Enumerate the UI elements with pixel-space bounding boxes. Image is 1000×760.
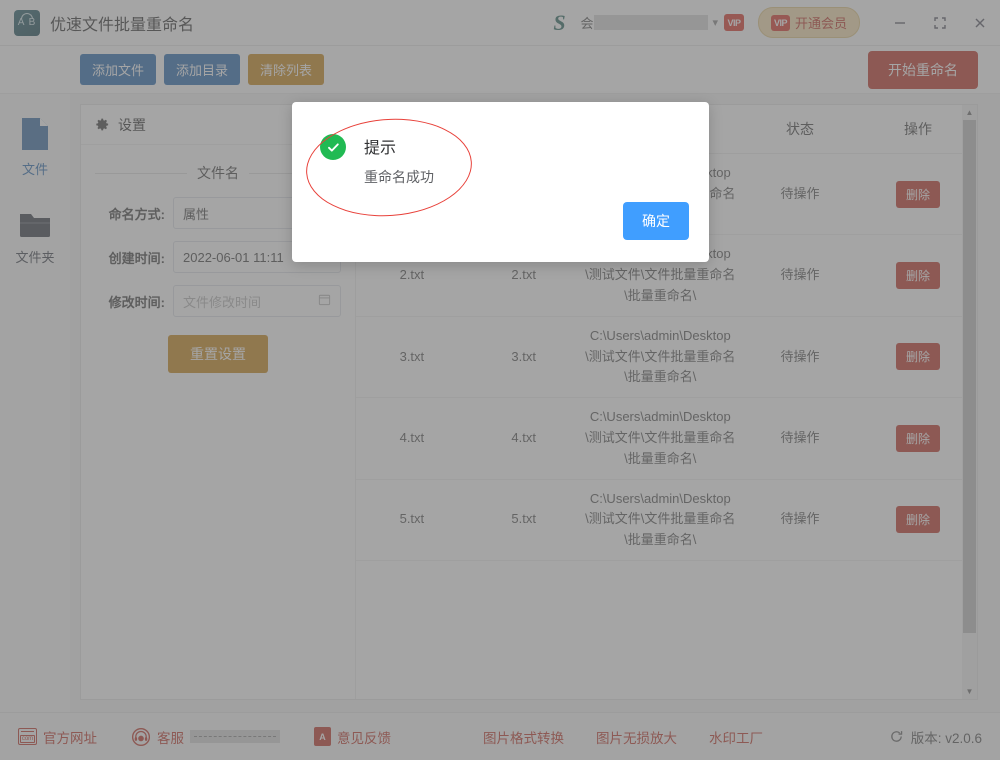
modify-time-placeholder: 文件修改时间 bbox=[183, 294, 262, 310]
create-time-value: 2022-06-01 11:11 bbox=[183, 249, 284, 265]
table-row[interactable]: 4.txt 4.txt C:\Users\admin\Desktop\测试文件\… bbox=[356, 397, 977, 480]
toolbar: 添加文件 添加目录 清除列表 开始重命名 bbox=[0, 46, 1000, 94]
cell-action: 删除 bbox=[858, 234, 977, 317]
check-circle-icon bbox=[320, 134, 346, 160]
scroll-down-arrow-icon[interactable]: ▼ bbox=[962, 684, 977, 699]
table-row[interactable]: 5.txt 5.txt C:\Users\admin\Desktop\测试文件\… bbox=[356, 479, 977, 561]
cell-path: C:\Users\admin\Desktop\测试文件\文件批量重命名\批量重命… bbox=[579, 316, 741, 399]
scroll-up-arrow-icon[interactable]: ▲ bbox=[962, 105, 977, 120]
minimize-button[interactable] bbox=[880, 0, 920, 46]
field-modify-time: 修改时间: 文件修改时间 bbox=[95, 285, 341, 317]
modify-time-input[interactable]: 文件修改时间 bbox=[173, 285, 341, 317]
cell-path: C:\Users\admin\Desktop\测试文件\文件批量重命名\批量重命… bbox=[579, 479, 741, 561]
link-watermark-factory[interactable]: 水印工厂 bbox=[709, 727, 763, 747]
add-file-button[interactable]: 添加文件 bbox=[80, 54, 157, 85]
table-vertical-scrollbar[interactable]: ▲ ▼ bbox=[962, 105, 977, 699]
delete-row-button[interactable]: 删除 bbox=[895, 262, 940, 290]
naming-method-value: 属性 bbox=[183, 206, 210, 222]
message-dialog: 提示 重命名成功 确定 bbox=[292, 102, 709, 262]
close-button[interactable] bbox=[960, 0, 1000, 46]
field-naming-method-label: 命名方式: bbox=[108, 206, 165, 222]
cell-action: 删除 bbox=[858, 153, 977, 236]
settings-header-label: 设置 bbox=[118, 116, 146, 133]
sidebar-item-file-label: 文件 bbox=[21, 162, 48, 177]
cell-filename: 5.txt bbox=[356, 479, 468, 561]
version-info[interactable]: 版本: v2.0.6 bbox=[889, 727, 982, 747]
vip-chip-icon: VIP bbox=[770, 14, 790, 31]
sidebar-item-file[interactable]: 文件 bbox=[19, 116, 51, 178]
cell-action: 删除 bbox=[858, 316, 977, 399]
reset-settings-row: 重置设置 bbox=[81, 335, 355, 373]
feedback-label: 意见反馈 bbox=[337, 730, 391, 746]
clear-list-button[interactable]: 清除列表 bbox=[248, 54, 325, 85]
col-status: 状态 bbox=[740, 105, 859, 154]
dialog-message: 重命名成功 bbox=[364, 169, 434, 185]
cell-filename: 3.txt bbox=[356, 316, 468, 399]
col-action: 操作 bbox=[858, 105, 977, 154]
footer-left-group: com 官方网址 客服 A 意见反馈 bbox=[18, 727, 391, 747]
account-name-masked bbox=[594, 15, 709, 30]
start-rename-button[interactable]: 开始重命名 bbox=[868, 50, 978, 89]
refresh-icon bbox=[890, 731, 902, 742]
footer-bar: com 官方网址 客服 A 意见反馈 图片格式转换 图片无损放大 水印工厂 版本… bbox=[0, 712, 1000, 760]
vip-badge-icon[interactable]: VIP bbox=[723, 14, 744, 31]
account-dropdown[interactable]: 会 ▾ bbox=[580, 13, 724, 32]
title-bar: A B 优速文件批量重命名 S 会 ▾ VIP VIP 开通会员 bbox=[0, 0, 1000, 46]
support-contact-masked bbox=[190, 730, 280, 743]
scrollbar-thumb[interactable] bbox=[963, 120, 976, 634]
link-image-format-convert[interactable]: 图片格式转换 bbox=[483, 727, 564, 747]
file-icon bbox=[22, 118, 48, 150]
cell-action: 删除 bbox=[858, 397, 977, 480]
cell-newfilename: 4.txt bbox=[467, 397, 580, 480]
official-website-link[interactable]: com 官方网址 bbox=[18, 727, 97, 747]
open-membership-button[interactable]: VIP 开通会员 bbox=[757, 7, 860, 38]
calendar-icon bbox=[318, 293, 331, 309]
footer-links-group: 图片格式转换 图片无损放大 水印工厂 bbox=[483, 727, 763, 747]
table-row[interactable]: 3.txt 3.txt C:\Users\admin\Desktop\测试文件\… bbox=[356, 316, 977, 399]
sidebar: 文件 文件夹 bbox=[0, 94, 70, 712]
delete-row-button[interactable]: 删除 bbox=[895, 343, 940, 371]
cell-status: 待操作 bbox=[740, 397, 859, 480]
folder-icon bbox=[19, 214, 50, 237]
feedback-link[interactable]: A 意见反馈 bbox=[314, 727, 391, 747]
scrollbar-track[interactable] bbox=[962, 120, 977, 684]
maximize-button[interactable] bbox=[920, 0, 960, 46]
headset-icon bbox=[131, 727, 151, 746]
sidebar-item-folder[interactable]: 文件夹 bbox=[15, 210, 55, 266]
cell-action: 删除 bbox=[858, 479, 977, 561]
chevron-down-icon: ▾ bbox=[712, 17, 718, 29]
app-logo-icon: A B bbox=[14, 9, 40, 36]
customer-support-link[interactable]: 客服 bbox=[131, 727, 280, 747]
com-globe-icon: com bbox=[18, 728, 37, 745]
cell-newfilename: 3.txt bbox=[467, 316, 580, 399]
official-website-label: 官方网址 bbox=[43, 730, 97, 746]
customer-support-label: 客服 bbox=[157, 730, 184, 746]
cell-status: 待操作 bbox=[740, 234, 859, 317]
cell-status: 待操作 bbox=[740, 479, 859, 561]
cell-newfilename: 5.txt bbox=[467, 479, 580, 561]
title-bar-right: S 会 ▾ VIP VIP 开通会员 bbox=[542, 0, 1000, 45]
delete-row-button[interactable]: 删除 bbox=[895, 180, 940, 208]
pdf-doc-icon: A bbox=[314, 727, 331, 746]
reset-settings-button[interactable]: 重置设置 bbox=[168, 335, 268, 373]
field-create-time-label: 创建时间: bbox=[108, 250, 165, 266]
cell-filename: 4.txt bbox=[356, 397, 468, 480]
cell-status: 待操作 bbox=[740, 316, 859, 399]
link-image-lossless-enlarge[interactable]: 图片无损放大 bbox=[596, 727, 677, 747]
field-modify-time-label: 修改时间: bbox=[108, 294, 165, 310]
dialog-title: 提示 bbox=[364, 140, 397, 157]
cell-status: 待操作 bbox=[740, 153, 859, 236]
delete-row-button[interactable]: 删除 bbox=[895, 424, 940, 452]
sidebar-item-folder-label: 文件夹 bbox=[15, 250, 55, 265]
dialog-confirm-button[interactable]: 确定 bbox=[623, 202, 689, 240]
add-directory-button[interactable]: 添加目录 bbox=[164, 54, 241, 85]
delete-row-button[interactable]: 删除 bbox=[895, 506, 940, 534]
brand-logo-icon: S bbox=[553, 9, 566, 35]
open-membership-label: 开通会员 bbox=[794, 16, 847, 31]
cell-path: C:\Users\admin\Desktop\测试文件\文件批量重命名\批量重命… bbox=[579, 397, 741, 480]
version-label: 版本: v2.0.6 bbox=[910, 730, 982, 746]
gear-icon bbox=[96, 118, 109, 131]
app-title: 优速文件批量重命名 bbox=[50, 16, 195, 34]
account-prefix: 会 bbox=[580, 16, 594, 31]
